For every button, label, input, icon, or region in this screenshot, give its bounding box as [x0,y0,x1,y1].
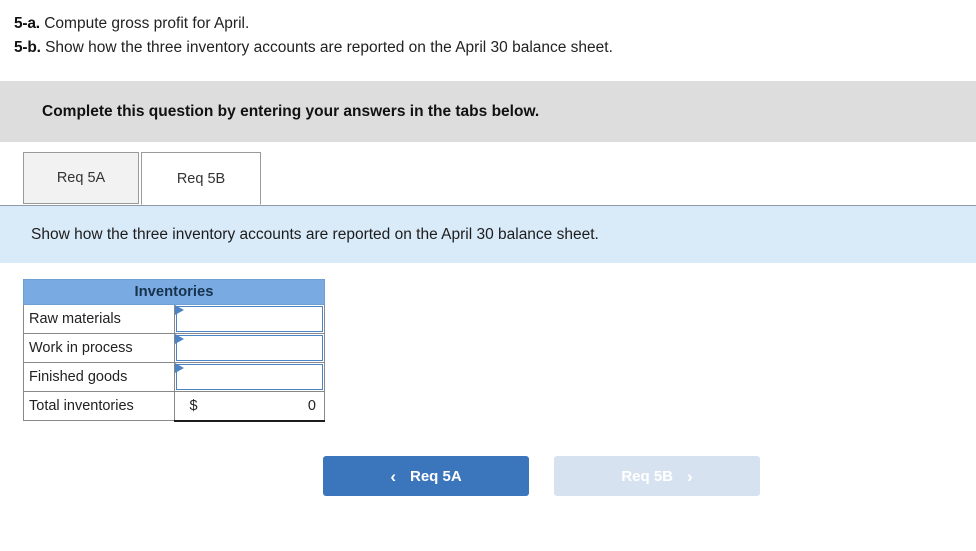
table-row-total: Total inventories $ 0 [23,391,325,422]
raw-materials-input[interactable] [175,306,323,332]
chevron-left-icon: ‹ [390,466,396,486]
total-currency-symbol: $ [189,397,198,414]
row-label-total-inventories: Total inventories [23,391,175,421]
chevron-right-icon: › [687,466,693,486]
navigation-buttons: ‹ Req 5A Req 5B › [323,456,760,496]
total-inventories-cell: $ 0 [173,391,325,422]
input-cell-work-in-process[interactable] [173,333,325,363]
table-row: Finished goods [23,362,325,392]
question-text-5b: Show how the three inventory accounts ar… [45,39,613,56]
prev-req-5a-button[interactable]: ‹ Req 5A [323,456,529,496]
row-label-raw-materials: Raw materials [23,304,175,334]
cell-marker-triangle-icon [174,305,185,315]
next-req-5b-button[interactable]: Req 5B › [554,456,760,496]
total-inventories-value: 0 [307,397,316,414]
question-text-5a: Compute gross profit for April. [44,15,250,32]
instruction-banner: Complete this question by entering your … [0,81,976,142]
requirement-banner: Show how the three inventory accounts ar… [0,205,976,263]
tab-req-5a-label: Req 5A [56,170,106,186]
table-header-row: Inventories [23,279,325,305]
prev-req-5a-label: Req 5A [409,467,462,485]
tab-req-5a[interactable]: Req 5A [23,152,139,204]
question-label-5b: 5-b. [14,39,41,56]
tab-req-5b[interactable]: Req 5B [141,152,261,205]
tab-bar: Req 5A Req 5B [0,152,976,205]
question-line-5a: 5-a. Compute gross profit for April. [14,12,976,36]
input-cell-raw-materials[interactable] [173,304,325,334]
inventories-header: Inventories [23,279,325,305]
work-in-process-input[interactable] [175,335,323,361]
instruction-banner-text: Complete this question by entering your … [42,102,540,120]
tab-req-5b-label: Req 5B [176,170,226,187]
finished-goods-input[interactable] [175,364,323,390]
question-prompt: 5-a. Compute gross profit for April. 5-b… [0,0,976,60]
input-cell-finished-goods[interactable] [173,362,325,392]
next-req-5b-label: Req 5B [621,467,673,485]
inventories-table: Inventories Raw materials Work in proces… [23,279,325,422]
question-line-5b: 5-b. Show how the three inventory accoun… [14,36,976,60]
requirement-banner-text: Show how the three inventory accounts ar… [31,225,599,243]
question-label-5a: 5-a. [14,15,40,32]
row-label-work-in-process: Work in process [23,333,175,363]
table-row: Work in process [23,333,325,363]
cell-marker-triangle-icon [174,363,185,373]
table-row: Raw materials [23,304,325,334]
cell-marker-triangle-icon [174,334,185,344]
row-label-finished-goods: Finished goods [23,362,175,392]
inventories-table-container: Inventories Raw materials Work in proces… [23,279,976,422]
